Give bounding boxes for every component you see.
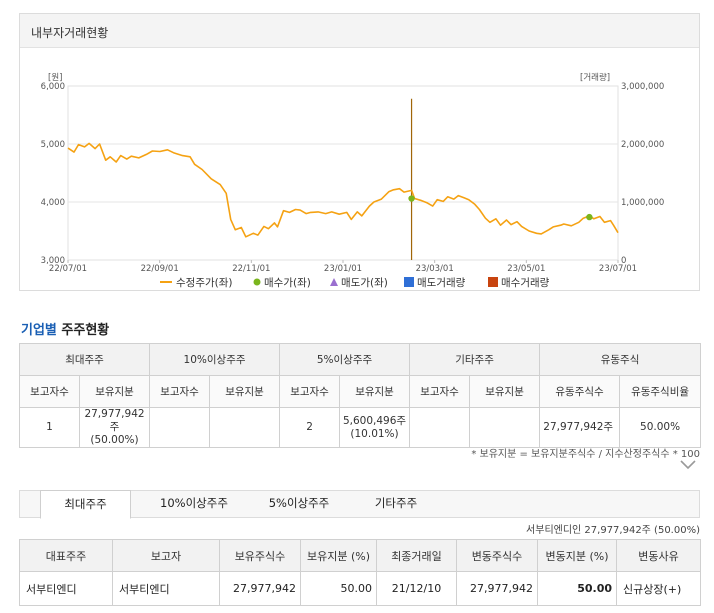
subheader: 보고자수 [279,375,341,408]
legend-label-sell-price: 매도가(좌) [341,277,388,289]
other-holding [469,407,541,448]
subheader: 보유지분 [469,375,541,408]
buy-price-point [408,195,415,202]
group-header-other: 기타주주 [409,343,541,376]
legend-label-sell-volume: 매도거래량 [417,277,466,289]
section-title-rest: 주주현황 [56,323,110,338]
holding-shares-cell: 27,977,942 [219,571,301,606]
header-change-shares: 변동주식수 [456,539,538,572]
change-pct-cell: 50.00 [537,571,617,606]
subheader: 보고자수 [409,375,471,408]
subheader: 유동주식비율 [619,375,702,408]
x-tick-label: 23/07/01 [599,264,637,274]
holding-pct-cell: 50.00 [300,571,377,606]
header-rep-holder: 대표주주 [19,539,113,572]
float-shares: 27,977,942주 [539,407,621,448]
header-change-pct: 변동지분 (%) [537,539,617,572]
float-ratio: 50.00% [619,407,702,448]
table-row: 서부티엔디 서부티엔디 27,977,942 50.00 21/12/10 27… [19,571,701,606]
x-tick-label: 22/09/01 [141,264,179,274]
x-tick-label: 22/11/01 [232,264,270,274]
10pct-holding [209,407,281,448]
group-header-5pct: 5%이상주주 [279,343,411,376]
legend-swatch-buy-volume [488,277,498,287]
header-change-reason: 변동사유 [616,539,701,572]
x-tick-label: 23/03/01 [416,264,454,274]
header-reporter: 보고자 [112,539,220,572]
x-tick-label: 23/05/01 [507,264,545,274]
rep-holder-cell: 서부티엔디 [19,571,113,606]
y-left-unit: [원] [48,73,62,83]
y-left-tick-label: 5,000 [41,140,65,150]
shareholder-tabs: 최대주주 10%이상주주 5%이상주주 기타주주 [19,490,700,519]
header-holding-pct: 보유지분 (%) [300,539,377,572]
subheader: 보유지분 [209,375,281,408]
group-header-largest: 최대주주 [18,343,151,376]
chart-panel-title: 내부자거래현황 [20,14,699,48]
tab-other[interactable]: 기타주주 [356,490,436,519]
insider-trading-chart: 6,000 3,000,000 5,000 2,000,000 4,000 1,000,0… [41,72,665,289]
insider-trading-chart-panel: 내부자거래현황 6,000 3,000,000 5,000 2,000,000 4,00… [19,13,700,291]
buy-price-point [586,213,593,221]
reporter-cell: 서부티엔디 [112,571,220,606]
largest-holding-pct: (50.00%) [90,434,139,446]
5pct-reporter-count: 2 [279,407,341,448]
y-left-tick-label: 4,000 [41,198,65,208]
y-right-tick-label: 1,000,000 [621,198,664,208]
shareholder-summary-table: 최대주주 10%이상주주 5%이상주주 기타주주 유동주식 보고자수 보유지분 … [18,343,702,448]
tab-10pct[interactable]: 10%이상주주 [140,490,248,519]
group-header-float: 유동주식 [539,343,702,376]
plot-frame [67,85,619,261]
chevron-down-icon[interactable] [679,459,697,471]
table-row: 1 27,977,942주 (50.00%) 2 5,600,496주 (10.01… [19,407,702,448]
price-series-line [67,142,619,238]
legend-label-buy-price: 매수가(좌) [264,277,311,289]
y-right-tick-label: 3,000,000 [621,82,664,92]
tab-5pct[interactable]: 5%이상주주 [246,490,352,519]
legend-label-price: 수정주가(좌) [176,277,233,289]
10pct-reporter-count [149,407,211,448]
legend-swatch-sell-price [330,278,338,286]
subheader: 보유지분 [78,375,151,408]
largest-holding: 27,977,942주 (50.00%) [78,407,151,448]
largest-holding-shares: 27,977,942주 [84,408,145,433]
section-title: 기업별 주주현황 [21,319,109,338]
5pct-holding-pct: (10.01%) [350,427,399,440]
other-reporter-count [409,407,471,448]
legend-swatch-sell-volume [404,277,414,287]
x-tick-label: 22/07/01 [49,264,87,274]
shareholder-detail-table: 대표주주 보고자 보유주식수 보유지분 (%) 최종거래일 변동주식수 변동지분… [19,539,701,606]
y-right-tick-label: 2,000,000 [621,140,664,150]
y-right-unit: [거래량] [580,72,610,83]
tab-largest[interactable]: 최대주주 [40,490,131,519]
header-holding-shares: 보유주식수 [219,539,301,572]
subheader: 보유지분 [339,375,411,408]
5pct-holding-shares: 5,600,496주 [342,414,407,427]
footnote: * 보유지분 = 보유지분주식수 / 지수산정주식수 * 100 [471,449,700,460]
subheader: 보고자수 [149,375,211,408]
y-left-tick-label: 6,000 [41,82,65,92]
legend-label-buy-volume: 매수거래량 [501,277,550,289]
tab-summary: 서부티엔디인 27,977,942주 (50.00%) [526,525,700,536]
legend-swatch-buy-price [253,278,261,286]
group-header-10pct: 10%이상주주 [149,343,281,376]
section-title-accent: 기업별 [21,323,57,338]
last-trade-date-cell: 21/12/10 [376,571,457,606]
largest-reporter-count: 1 [19,407,80,448]
subheader: 보고자수 [19,375,80,408]
x-tick-label: 23/01/01 [324,264,362,274]
header-last-trade-date: 최종거래일 [376,539,457,572]
5pct-holding: 5,600,496주 (10.01%) [339,407,411,448]
subheader: 유동주식수 [539,375,621,408]
change-shares-cell: 27,977,942 [456,571,538,606]
change-reason-cell: 신규상장(+) [616,571,701,606]
